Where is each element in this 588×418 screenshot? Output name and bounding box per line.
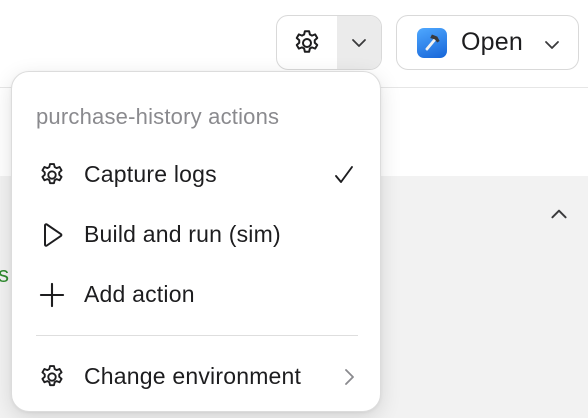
chevron-down-icon <box>352 38 366 47</box>
menu-item-change-environment[interactable]: Change environment <box>12 351 382 403</box>
menu-item-build-and-run[interactable]: Build and run (sim) <box>12 209 382 261</box>
menu-header: purchase-history actions <box>36 104 280 129</box>
status-text-fragment: s <box>0 262 9 287</box>
chevron-up-icon[interactable] <box>548 203 570 225</box>
menu-item-label: Build and run (sim) <box>84 221 281 247</box>
settings-dropdown-button[interactable] <box>336 16 381 69</box>
plus-icon <box>38 281 66 309</box>
open-button-label: Open <box>461 28 523 56</box>
menu-item-label: Change environment <box>84 363 302 389</box>
menu-divider <box>36 335 358 336</box>
gear-icon <box>38 161 66 189</box>
play-icon <box>38 221 66 249</box>
open-button[interactable]: Open <box>396 15 579 70</box>
gear-icon <box>38 363 66 391</box>
chevron-down-icon[interactable] <box>542 35 562 55</box>
action-settings-split-button[interactable] <box>276 15 382 70</box>
actions-menu: purchase-history actions Capture logs Bu… <box>11 71 381 412</box>
menu-item-label: Add action <box>84 281 195 307</box>
chevron-right-icon <box>345 369 354 385</box>
gear-icon <box>295 29 319 53</box>
checkmark-icon <box>335 166 353 183</box>
xcode-hammer-icon <box>417 27 447 58</box>
menu-item-add-action[interactable]: Add action <box>12 269 382 321</box>
menu-item-capture-logs[interactable]: Capture logs <box>12 149 382 201</box>
settings-button[interactable] <box>277 16 337 69</box>
menu-item-label: Capture logs <box>84 161 217 187</box>
